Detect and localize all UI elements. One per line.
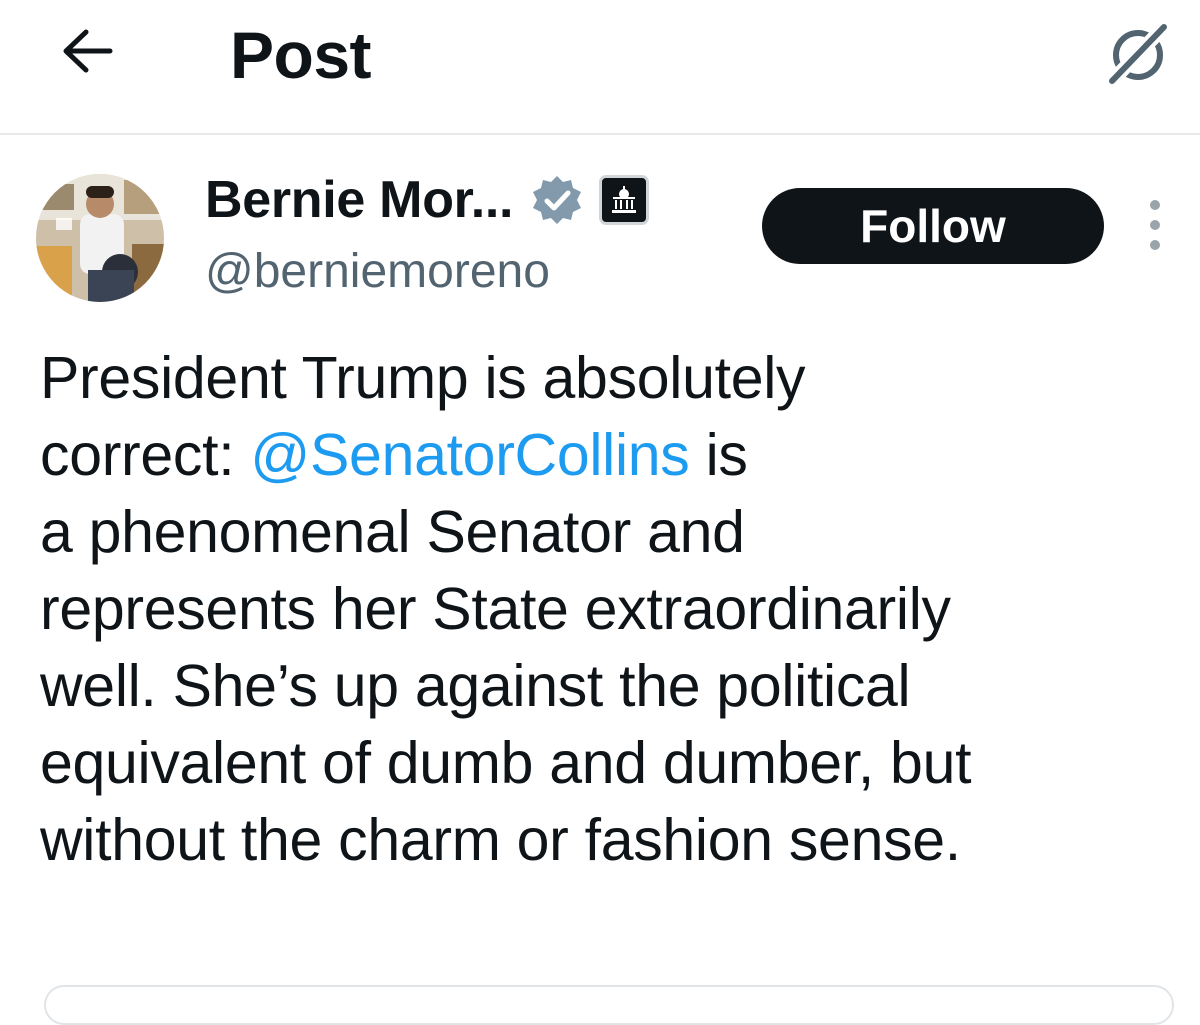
post-text-fragment: is bbox=[689, 422, 748, 488]
post-text-line: well. She’s up against the political bbox=[40, 653, 911, 719]
post-text-line: a phenomenal Senator and bbox=[40, 499, 745, 565]
more-vertical-icon bbox=[1150, 240, 1160, 250]
post-text-line: correct: @SenatorCollins is bbox=[40, 417, 1190, 494]
top-bar: Post bbox=[0, 0, 1200, 135]
more-options-button[interactable] bbox=[1138, 200, 1172, 250]
post-text: President Trump is absolutely correct: @… bbox=[40, 340, 1190, 879]
post-text-line: without the charm or fashion sense. bbox=[40, 807, 961, 873]
grok-icon bbox=[1105, 20, 1171, 88]
avatar[interactable] bbox=[36, 174, 164, 302]
author-display-name[interactable]: Bernie Mor... bbox=[205, 170, 513, 230]
government-building-icon bbox=[599, 175, 650, 225]
page-title: Post bbox=[230, 18, 372, 92]
arrow-left-icon bbox=[63, 29, 113, 73]
verified-badge-icon bbox=[533, 176, 582, 224]
embedded-card[interactable] bbox=[44, 985, 1174, 1025]
post-text-line: represents her State extraordinarily bbox=[40, 576, 951, 642]
author-photo bbox=[36, 174, 164, 302]
back-button[interactable] bbox=[48, 22, 128, 80]
more-vertical-icon bbox=[1150, 220, 1160, 230]
more-vertical-icon bbox=[1150, 200, 1160, 210]
post-text-fragment: correct: bbox=[40, 422, 251, 488]
follow-button[interactable]: Follow bbox=[762, 188, 1104, 264]
grok-button[interactable] bbox=[1098, 15, 1178, 91]
mention-link[interactable]: @SenatorCollins bbox=[250, 422, 689, 488]
author-name-row: Bernie Mor... bbox=[205, 160, 650, 240]
post-text-line: President Trump is absolutely bbox=[40, 345, 806, 411]
post-text-line: equivalent of dumb and dumber, but bbox=[40, 730, 972, 796]
author-handle[interactable]: @berniemoreno bbox=[205, 240, 550, 304]
